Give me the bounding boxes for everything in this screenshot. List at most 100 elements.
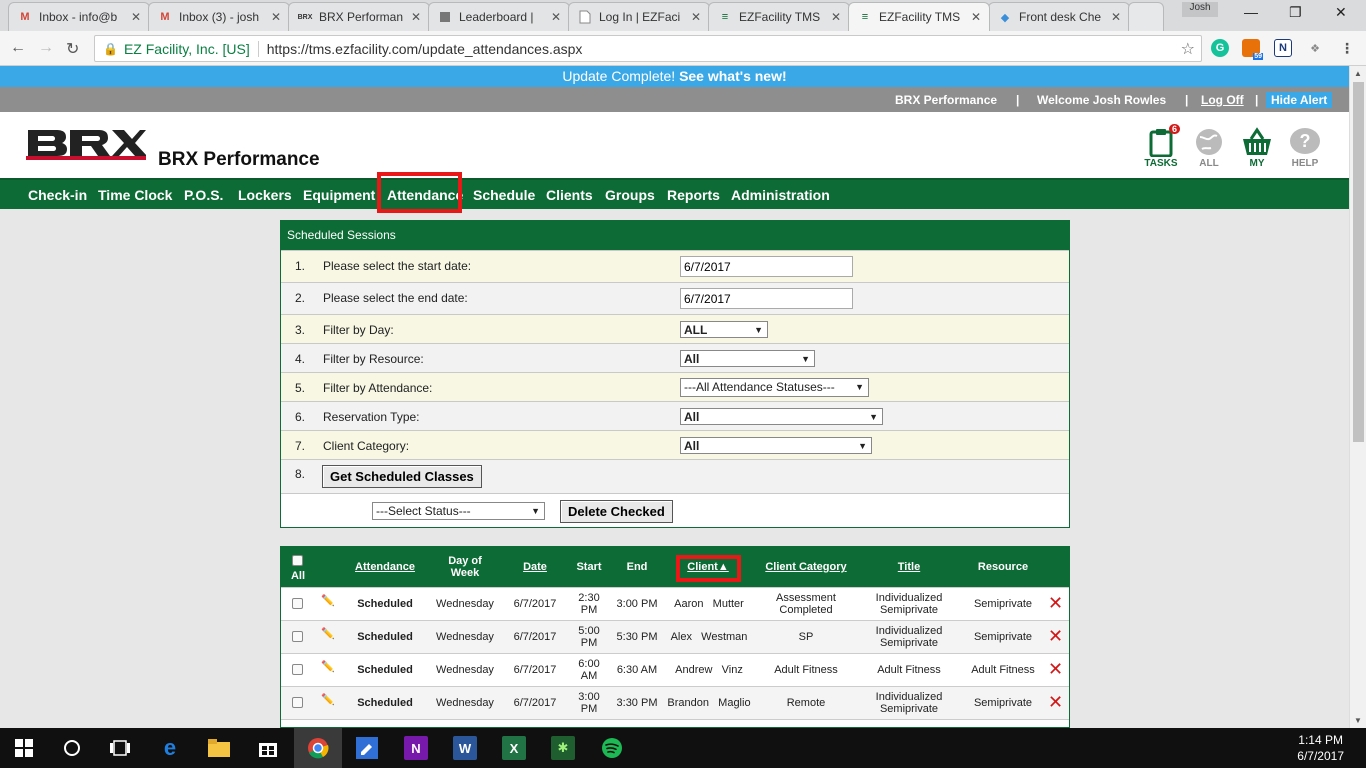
browser-tab[interactable]: M Inbox (3) - josh ✕ — [148, 2, 290, 31]
close-icon[interactable]: ✕ — [411, 10, 421, 24]
browser-tab[interactable]: Leaderboard | ✕ — [428, 2, 570, 31]
browser-tab-active[interactable]: ≡ EZFacility TMS ✕ — [848, 2, 990, 31]
system-clock[interactable]: 1:14 PM 6/7/2017 — [1297, 732, 1344, 764]
nav-pos[interactable]: P.O.S. — [184, 187, 223, 203]
delete-x-icon[interactable]: ✕ — [1048, 659, 1063, 680]
dropbox-icon[interactable]: ❖ — [1306, 39, 1324, 57]
browser-tab[interactable]: ≡ EZFacility TMS ✕ — [708, 2, 850, 31]
header-client-category[interactable]: Client Category — [755, 561, 857, 573]
nav-administration[interactable]: Administration — [731, 187, 830, 203]
nav-lockers[interactable]: Lockers — [238, 187, 292, 203]
nav-groups[interactable]: Groups — [605, 187, 655, 203]
chrome-icon[interactable] — [306, 736, 330, 760]
browser-tab[interactable]: Log In | EZFaci ✕ — [568, 2, 710, 31]
profile-badge[interactable]: Josh — [1182, 2, 1218, 17]
restore-icon[interactable]: ❐ — [1289, 4, 1302, 21]
tasks-button[interactable]: 6 TASKS — [1141, 124, 1181, 169]
filter-day-select[interactable]: ALL ▼ — [680, 321, 768, 338]
end-date-input[interactable] — [680, 288, 853, 309]
bookmark-star-icon[interactable]: ☆ — [1181, 39, 1195, 59]
spotify-icon[interactable] — [600, 736, 624, 760]
close-icon[interactable]: ✕ — [831, 10, 841, 24]
scroll-down-icon[interactable]: ▼ — [1354, 716, 1362, 725]
page-scrollbar[interactable]: ▲ ▼ — [1349, 66, 1366, 728]
row-checkbox[interactable] — [292, 697, 303, 708]
header-date[interactable]: Date — [513, 561, 557, 573]
app-icon[interactable] — [355, 736, 379, 760]
close-icon[interactable]: ✕ — [691, 10, 701, 24]
search-icon[interactable] — [60, 736, 84, 760]
reload-icon[interactable]: ↻ — [66, 39, 79, 59]
attendance-status[interactable]: Scheduled — [347, 631, 423, 643]
row-checkbox[interactable] — [292, 631, 303, 642]
newsguard-icon[interactable]: N — [1274, 39, 1292, 57]
forward-icon[interactable]: → — [38, 39, 54, 57]
delete-x-icon[interactable]: ✕ — [1048, 626, 1063, 647]
scrollbar-thumb[interactable] — [1353, 82, 1364, 442]
filter-attendance-select[interactable]: ---All Attendance Statuses--- ▼ — [680, 378, 869, 397]
store-icon[interactable] — [256, 736, 280, 760]
minimize-icon[interactable]: — — [1244, 4, 1258, 20]
task-view-icon[interactable] — [108, 736, 132, 760]
attendance-status[interactable]: Scheduled — [347, 598, 423, 610]
windows-start-icon[interactable] — [12, 736, 36, 760]
brx-logo[interactable] — [26, 126, 146, 162]
menu-icon[interactable]: ⋮ — [1338, 39, 1356, 57]
word-icon[interactable]: W — [453, 736, 477, 760]
address-bar[interactable]: 🔒 EZ Facility, Inc. [US] https://tms.ezf… — [94, 35, 1202, 62]
close-icon[interactable]: ✕ — [551, 10, 561, 24]
close-icon[interactable]: ✕ — [271, 10, 281, 24]
start-date-input[interactable] — [680, 256, 853, 277]
extension-icon[interactable]: 59 — [1242, 39, 1263, 60]
all-button[interactable]: ALL — [1189, 126, 1229, 169]
app-icon[interactable]: ✱ — [551, 736, 575, 760]
browser-tab[interactable]: BRX BRX Performan ✕ — [288, 2, 430, 31]
attendance-status[interactable]: Scheduled — [347, 664, 423, 676]
delete-x-icon[interactable]: ✕ — [1048, 692, 1063, 713]
browser-tab[interactable]: ◆ Front desk Che ✕ — [988, 2, 1130, 31]
close-icon[interactable]: ✕ — [131, 10, 141, 24]
nav-equipment[interactable]: Equipment — [303, 187, 375, 203]
help-button[interactable]: ? HELP — [1285, 126, 1325, 169]
pencil-icon[interactable]: ✏️ — [321, 661, 335, 673]
whats-new-link[interactable]: See what's new! — [679, 68, 787, 84]
excel-icon[interactable]: X — [502, 736, 526, 760]
close-window-icon[interactable]: ✕ — [1335, 4, 1347, 21]
delete-checked-button[interactable]: Delete Checked — [560, 500, 673, 523]
attendance-status[interactable]: Scheduled — [347, 697, 423, 709]
header-attendance[interactable]: Attendance — [347, 561, 423, 573]
grammarly-icon[interactable]: G — [1211, 39, 1229, 57]
new-tab-button[interactable] — [1128, 2, 1164, 31]
nav-schedule[interactable]: Schedule — [473, 187, 535, 203]
pencil-icon[interactable]: ✏️ — [321, 628, 335, 640]
filter-resource-select[interactable]: All ▼ — [680, 350, 815, 367]
delete-x-icon[interactable]: ✕ — [1048, 593, 1063, 614]
onenote-icon[interactable]: N — [404, 736, 428, 760]
pencil-icon[interactable]: ✏️ — [321, 694, 335, 706]
hide-alert-button[interactable]: Hide Alert — [1266, 92, 1333, 108]
nav-checkin[interactable]: Check-in — [28, 187, 87, 203]
url-text[interactable]: https://tms.ezfacility.com/update_attend… — [267, 41, 583, 57]
client-category-select[interactable]: All ▼ — [680, 437, 872, 454]
row-checkbox[interactable] — [292, 598, 303, 609]
close-icon[interactable]: ✕ — [971, 10, 981, 24]
select-all-checkbox[interactable] — [292, 555, 303, 566]
header-title[interactable]: Title — [867, 561, 951, 573]
reservation-type-select[interactable]: All ▼ — [680, 408, 883, 425]
row-checkbox[interactable] — [292, 664, 303, 675]
get-scheduled-classes-button[interactable]: Get Scheduled Classes — [322, 465, 482, 488]
back-icon[interactable]: ← — [10, 39, 26, 57]
my-button[interactable]: MY — [1237, 126, 1277, 169]
status-select[interactable]: ---Select Status--- ▼ — [372, 502, 545, 520]
nav-time-clock[interactable]: Time Clock — [98, 187, 172, 203]
nav-reports[interactable]: Reports — [667, 187, 720, 203]
scroll-up-icon[interactable]: ▲ — [1354, 69, 1362, 78]
pencil-icon[interactable]: ✏️ — [321, 595, 335, 607]
edge-icon[interactable]: e — [158, 735, 182, 760]
site-identity[interactable]: EZ Facility, Inc. [US] — [124, 40, 259, 57]
logout-link[interactable]: Log Off — [1201, 93, 1244, 107]
file-explorer-icon[interactable] — [207, 736, 231, 760]
nav-clients[interactable]: Clients — [546, 187, 593, 203]
close-icon[interactable]: ✕ — [1111, 10, 1121, 24]
browser-tab[interactable]: M Inbox - info@b ✕ — [8, 2, 150, 31]
